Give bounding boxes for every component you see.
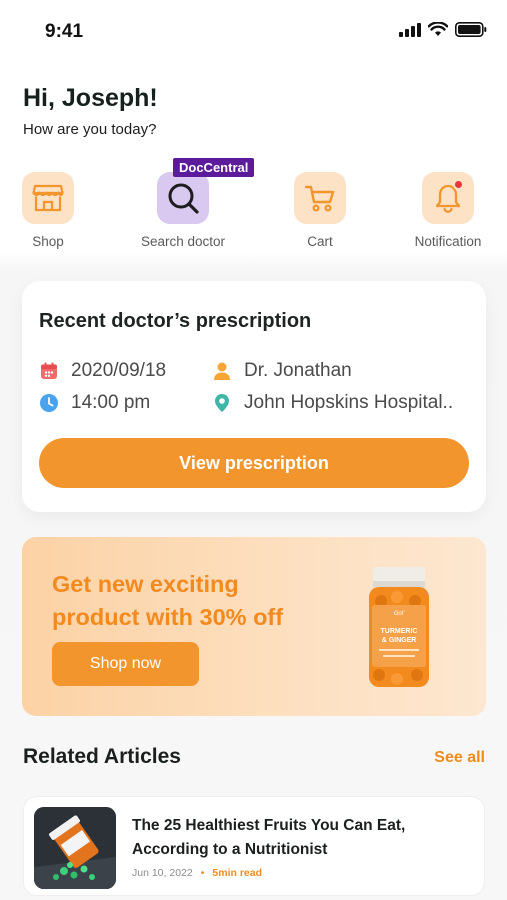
shop-icon-tile (22, 172, 74, 224)
prescription-date-value: 2020/09/18 (71, 360, 167, 381)
quick-action-label: Notification (414, 234, 482, 249)
status-bar: 9:41 (0, 0, 507, 64)
promo-banner[interactable]: Get new exciting product with 30% off Sh… (22, 537, 486, 716)
quick-action-search-doctor[interactable]: Search doctor (141, 172, 225, 249)
signal-icon (399, 22, 421, 37)
bottle-label-line2: & GINGER (382, 637, 417, 644)
related-articles-title: Related Articles (23, 745, 181, 768)
svg-text:Gol': Gol' (394, 611, 405, 617)
quick-action-label: Shop (32, 234, 64, 249)
calendar-icon (41, 362, 57, 379)
bottle-label-line1: TURMERIC (381, 628, 418, 635)
article-date: Jun 10, 2022 (132, 867, 193, 879)
greeting-subtitle: How are you today? (23, 121, 157, 138)
store-icon (32, 184, 64, 212)
pill-bottle-image (34, 807, 116, 889)
see-all-link[interactable]: See all (434, 749, 485, 767)
article-read-time: 5min read (212, 867, 263, 879)
status-icons (399, 22, 487, 37)
promo-headline: Get new exciting product with 30% off (52, 568, 283, 634)
status-time: 9:41 (45, 21, 84, 42)
supplement-bottle-image: Gol' TURMERIC & GINGER (369, 567, 429, 687)
article-meta: Jun 10, 2022 • 5min read (132, 867, 262, 879)
prescription-time: 14:00 pm (39, 392, 150, 414)
quick-action-label: Cart (307, 234, 333, 249)
promo-headline-line1: Get new exciting (52, 571, 239, 597)
prescription-date: 2020/09/18 (39, 360, 166, 382)
person-icon (214, 362, 230, 380)
quick-action-label: Search doctor (140, 234, 226, 249)
cart-icon (304, 185, 335, 212)
cart-icon-tile (294, 172, 346, 224)
wifi-icon (428, 22, 448, 36)
prescription-card: Recent doctor’s prescription 2020/09/18 … (22, 281, 486, 512)
notification-icon-tile (422, 172, 474, 224)
quick-action-notification[interactable]: Notification (415, 172, 481, 249)
greeting-title: Hi, Joseph! (23, 84, 158, 112)
notification-dot (453, 179, 464, 190)
meta-separator-dot: • (200, 867, 205, 879)
battery-icon (455, 22, 487, 37)
quick-action-shop[interactable]: Shop (22, 172, 74, 249)
prescription-title: Recent doctor’s prescription (39, 310, 312, 332)
quick-action-cart[interactable]: Cart (294, 172, 346, 249)
prescription-doctor-value: Dr. Jonathan (244, 360, 352, 381)
view-prescription-button[interactable]: View prescription (39, 438, 469, 488)
search-icon (168, 183, 199, 214)
promo-headline-line2: product with 30% off (52, 604, 284, 630)
clock-icon (40, 394, 58, 412)
article-title-line2: According to a Nutritionist (132, 841, 328, 858)
article-card[interactable]: The 25 Healthiest Fruits You Can Eat, Ac… (23, 796, 485, 896)
prescription-hospital: John Hopskins Hospital.. (212, 392, 453, 414)
doccentral-badge: DocCentral (173, 158, 255, 177)
article-thumbnail (34, 807, 116, 889)
search-icon-tile (157, 172, 209, 224)
article-title-line1: The 25 Healthiest Fruits You Can Eat, (132, 817, 406, 834)
location-pin-icon (215, 394, 229, 412)
shop-now-button[interactable]: Shop now (52, 642, 199, 686)
prescription-doctor: Dr. Jonathan (212, 360, 352, 382)
article-title: The 25 Healthiest Fruits You Can Eat, Ac… (132, 814, 472, 862)
prescription-time-value: 14:00 pm (71, 392, 151, 413)
prescription-hospital-value: John Hopskins Hospital.. (244, 392, 454, 413)
